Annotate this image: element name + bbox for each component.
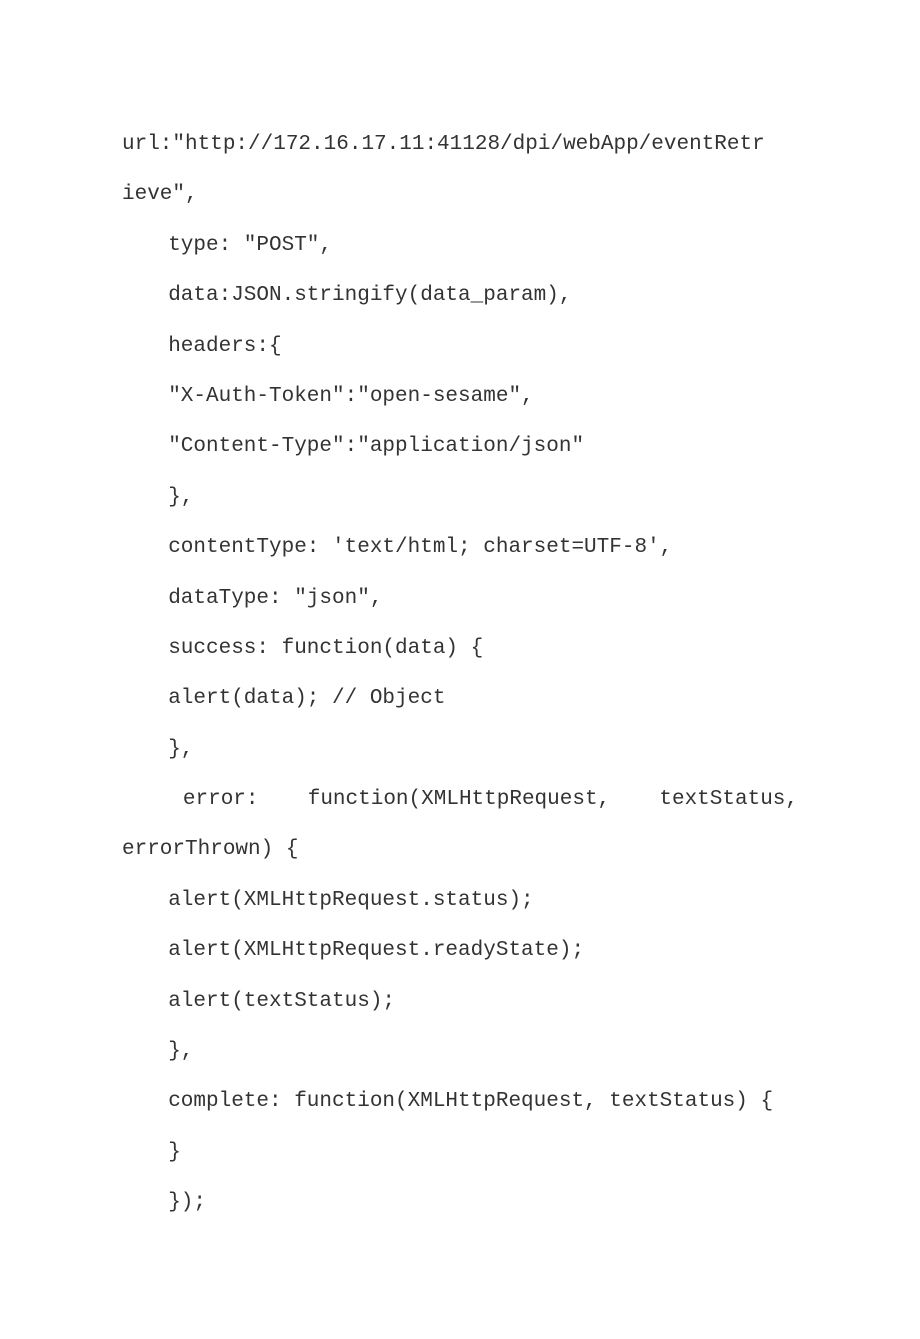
code-line: ieve", <box>122 170 798 220</box>
code-line: alert(textStatus); <box>122 977 798 1027</box>
code-line: success: function(data) { <box>122 624 798 674</box>
code-line: }); <box>122 1178 798 1228</box>
code-line: url:"http://172.16.17.11:41128/dpi/webAp… <box>122 120 798 170</box>
code-line: alert(data); // Object <box>122 674 798 724</box>
code-line: complete: function(XMLHttpRequest, textS… <box>122 1077 798 1127</box>
code-line: } <box>122 1128 798 1178</box>
code-line: }, <box>122 473 798 523</box>
code-line: contentType: 'text/html; charset=UTF-8', <box>122 523 798 573</box>
code-line: alert(XMLHttpRequest.readyState); <box>122 926 798 976</box>
code-line: "Content-Type":"application/json" <box>122 422 798 472</box>
code-line: headers:{ <box>122 322 798 372</box>
code-line: }, <box>122 725 798 775</box>
code-line: error: function(XMLHttpRequest, textStat… <box>122 775 798 825</box>
code-line: }, <box>122 1027 798 1077</box>
code-line: alert(XMLHttpRequest.status); <box>122 876 798 926</box>
code-line: dataType: "json", <box>122 574 798 624</box>
code-line: data:JSON.stringify(data_param), <box>122 271 798 321</box>
code-block: url:"http://172.16.17.11:41128/dpi/webAp… <box>122 120 798 1229</box>
code-line: errorThrown) { <box>122 825 798 875</box>
document-page: url:"http://172.16.17.11:41128/dpi/webAp… <box>0 0 920 1339</box>
code-line: type: "POST", <box>122 221 798 271</box>
code-line: "X-Auth-Token":"open-sesame", <box>122 372 798 422</box>
